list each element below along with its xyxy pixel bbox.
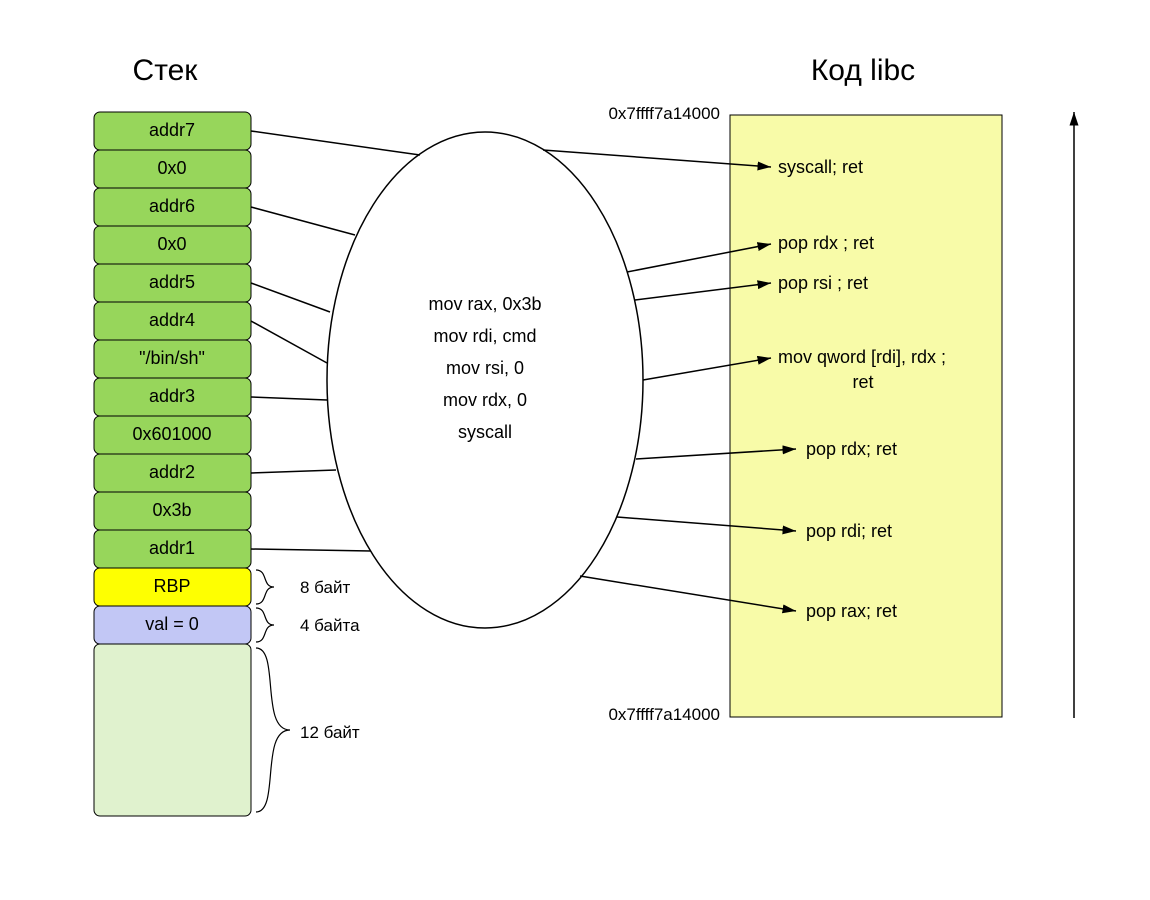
stack-cell-addr4: addr4 bbox=[149, 310, 195, 330]
gadget-pop-rdx2: pop rdx; ret bbox=[806, 439, 897, 459]
stack-cell-addr5: addr5 bbox=[149, 272, 195, 292]
stack-header: Стек bbox=[133, 54, 199, 87]
gadget-pop-rsi: pop rsi ; ret bbox=[778, 273, 868, 293]
gadget-pop-rax: pop rax; ret bbox=[806, 601, 897, 621]
gadget-pop-rdx: pop rdx ; ret bbox=[778, 233, 874, 253]
asm-mov-rax: mov rax, 0x3b bbox=[428, 294, 541, 314]
asm-mov-rdi: mov rdi, cmd bbox=[433, 326, 536, 346]
gadget-mov-qword-a: mov qword [rdi], rdx ; bbox=[778, 347, 946, 367]
stack-cell-val: val = 0 bbox=[145, 614, 199, 634]
libc-bot-addr: 0x7ffff7a14000 bbox=[608, 705, 720, 724]
stack-cell-addr7: addr7 bbox=[149, 120, 195, 140]
libc-header: Код libc bbox=[811, 54, 915, 87]
asm-mov-rdx: mov rdx, 0 bbox=[443, 390, 527, 410]
size-rbp: 8 байт bbox=[300, 578, 350, 597]
size-buf: 12 байт bbox=[300, 723, 360, 742]
stack-cell-addr6: addr6 bbox=[149, 196, 195, 216]
stack-cell-0x0-a: 0x0 bbox=[157, 158, 186, 178]
stack-cell-0x3b: 0x3b bbox=[152, 500, 191, 520]
stack-cell-0x601000: 0x601000 bbox=[132, 424, 211, 444]
stack-cell-addr1: addr1 bbox=[149, 538, 195, 558]
stack-cell-addr3: addr3 bbox=[149, 386, 195, 406]
asm-mov-rsi: mov rsi, 0 bbox=[446, 358, 524, 378]
libc-top-addr: 0x7ffff7a14000 bbox=[608, 104, 720, 123]
gadget-syscall-ret: syscall; ret bbox=[778, 157, 863, 177]
center-asm-ellipse bbox=[327, 132, 643, 628]
asm-syscall: syscall bbox=[458, 422, 512, 442]
stack-cell-addr2: addr2 bbox=[149, 462, 195, 482]
libc-box bbox=[730, 115, 1002, 717]
stack-cell-0x0-b: 0x0 bbox=[157, 234, 186, 254]
gadget-pop-rdi: pop rdi; ret bbox=[806, 521, 892, 541]
stack-cell-rbp: RBP bbox=[153, 576, 190, 596]
size-annotations: 8 байт 4 байта 12 байт bbox=[256, 570, 360, 812]
size-val: 4 байта bbox=[300, 616, 360, 635]
gadget-mov-qword-b: ret bbox=[852, 372, 873, 392]
stack-cell-binsh: "/bin/sh" bbox=[139, 348, 205, 368]
